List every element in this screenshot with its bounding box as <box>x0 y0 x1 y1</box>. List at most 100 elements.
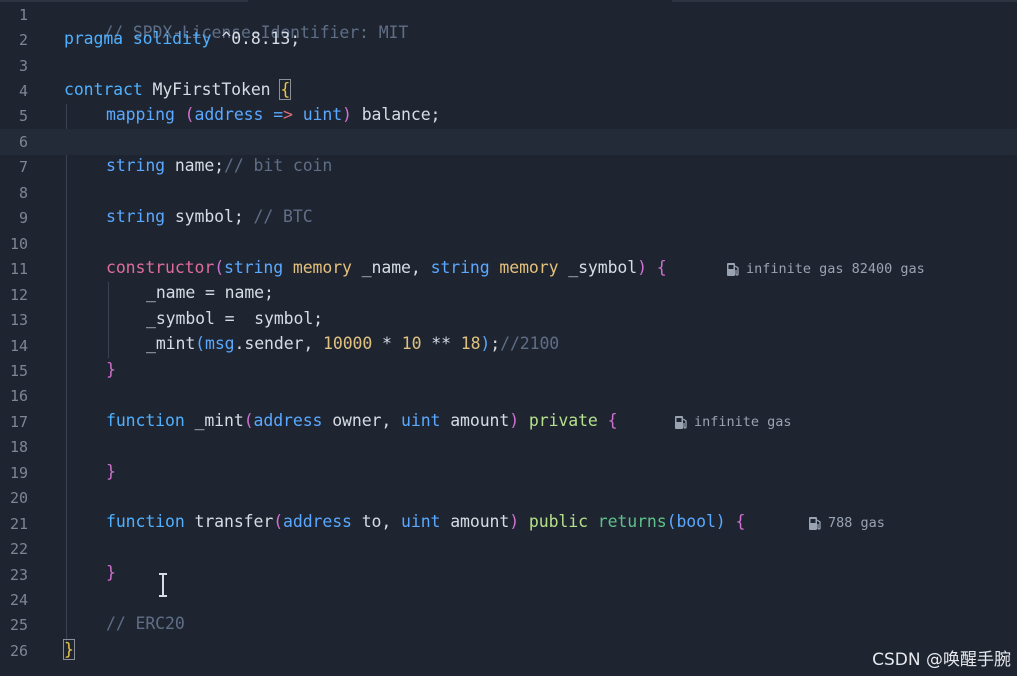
gas-estimate-label: infinite gas <box>694 414 792 430</box>
operator: * <box>372 334 402 353</box>
code-line-2: pragma solidity ^0.8.13; <box>64 29 300 48</box>
type: string <box>106 156 166 175</box>
statement: _name = name; <box>146 283 274 302</box>
editor-line[interactable]: 15 <box>0 358 1017 383</box>
line-number: 13 <box>9 311 28 330</box>
line-number: 19 <box>9 463 28 482</box>
type: string <box>430 258 490 277</box>
code-line-23: } <box>106 563 116 582</box>
gas-pump-icon <box>727 263 739 276</box>
editor-line[interactable]: 10 <box>0 231 1017 256</box>
function-name: _mint <box>184 411 244 430</box>
paren: ) <box>480 334 491 353</box>
gas-pump-icon <box>809 517 821 530</box>
brace: { <box>646 258 667 277</box>
line-number: 18 <box>9 438 28 457</box>
identifier: amount <box>440 411 510 430</box>
type: address <box>283 512 352 531</box>
version: ^0.8.13; <box>221 29 301 48</box>
code-line-12: _name = name; <box>146 283 274 302</box>
contract-name: MyFirstToken <box>142 80 281 99</box>
operator: = <box>263 105 284 124</box>
line-number: 26 <box>9 641 28 660</box>
type: address <box>194 105 264 124</box>
editor-line[interactable]: 19 <box>0 460 1017 485</box>
line-number: 24 <box>9 591 28 610</box>
line-number: 10 <box>9 234 28 253</box>
comment: //2100 <box>500 334 560 353</box>
gas-estimate-mint[interactable]: infinite gas <box>674 414 792 430</box>
brace: { <box>725 512 746 531</box>
gas-estimate-label: 788 gas <box>828 515 885 531</box>
number: 10 <box>401 334 422 353</box>
brace: } <box>106 563 116 582</box>
editor-line[interactable]: 22 <box>0 536 1017 561</box>
brace: { <box>279 79 292 100</box>
type: string <box>224 258 284 277</box>
editor-line[interactable]: 8 <box>0 180 1017 205</box>
code-line-25: // ERC20 <box>106 614 185 633</box>
line-number: 17 <box>9 412 28 431</box>
identifier: name; <box>165 156 225 175</box>
line-number: 15 <box>9 361 28 380</box>
keyword: function <box>106 512 185 531</box>
paren: ) <box>509 512 520 531</box>
editor-line[interactable]: 23 <box>0 562 1017 587</box>
paren: ) <box>637 258 647 277</box>
paren: ( <box>195 334 206 353</box>
code-line-14: _mint(msg.sender, 10000 * 10 ** 18);//21… <box>146 334 559 353</box>
type: uint <box>401 512 441 531</box>
line-number: 8 <box>18 183 28 202</box>
function-name: transfer <box>184 512 274 531</box>
editor-line[interactable]: 26 <box>0 638 1017 663</box>
keyword: mapping <box>106 105 175 124</box>
code-line-11: constructor(string memory _name, string … <box>106 258 667 277</box>
identifier: _name, <box>351 258 431 277</box>
code-line-26: } <box>63 639 75 660</box>
keyword: constructor <box>106 258 215 277</box>
operator: ** <box>421 334 461 353</box>
line-number: 25 <box>9 616 28 635</box>
code-line-17: function _mint(address owner, uint amoun… <box>106 411 618 430</box>
code-line-21: function transfer ( address to, uint amoun… <box>106 512 745 531</box>
gas-estimate-transfer[interactable]: 788 gas <box>808 515 885 531</box>
line-number: 11 <box>9 260 28 279</box>
editor-line[interactable]: 18 <box>0 435 1017 460</box>
line-number: 1 <box>18 5 28 24</box>
keyword: memory <box>283 258 352 277</box>
keyword: pragma <box>64 29 124 48</box>
paren: ( <box>243 411 254 430</box>
editor-line[interactable]: 20 <box>0 486 1017 511</box>
paren: ( <box>214 258 225 277</box>
watermark: CSDN @唤醒手腕 <box>872 650 1011 670</box>
paren: ( <box>666 512 677 531</box>
code-line-19: } <box>106 462 116 481</box>
paren: ( <box>174 105 195 124</box>
line-number: 23 <box>9 565 28 584</box>
identifier: amount <box>440 512 510 531</box>
type: bool <box>676 512 716 531</box>
code-line-4: contract MyFirstToken { <box>64 79 292 100</box>
editor-line[interactable]: 24 <box>0 587 1017 612</box>
semicolon: ; <box>490 334 501 353</box>
keyword: contract <box>64 80 143 99</box>
line-number: 14 <box>9 336 28 355</box>
line-number: 5 <box>18 107 28 126</box>
code-editor[interactable]: 1 2 3 4 5 6 7 8 9 10 11 12 13 14 15 16 17 18 19 20 21 22 23 24 2… <box>0 0 1017 676</box>
brace: } <box>106 462 116 481</box>
gas-estimate-label: infinite gas 82400 gas <box>746 261 925 277</box>
gas-estimate-constructor[interactable]: infinite gas 82400 gas <box>726 261 925 277</box>
brace: } <box>106 360 116 379</box>
line-number: 6 <box>18 132 28 151</box>
identifier: .sender, <box>234 334 324 353</box>
identifier: _symbol <box>558 258 638 277</box>
line-number: 9 <box>18 209 28 228</box>
editor-line[interactable]: 16 <box>0 384 1017 409</box>
comment: // bit coin <box>224 156 333 175</box>
builtin: msg <box>205 334 235 353</box>
editor-line[interactable]: 6 <box>0 129 1017 155</box>
identifier: to, <box>351 512 402 531</box>
code-line-5: mapping (address => uint) balance; <box>106 105 441 124</box>
keyword: memory <box>489 258 559 277</box>
keyword: returns <box>587 512 667 531</box>
